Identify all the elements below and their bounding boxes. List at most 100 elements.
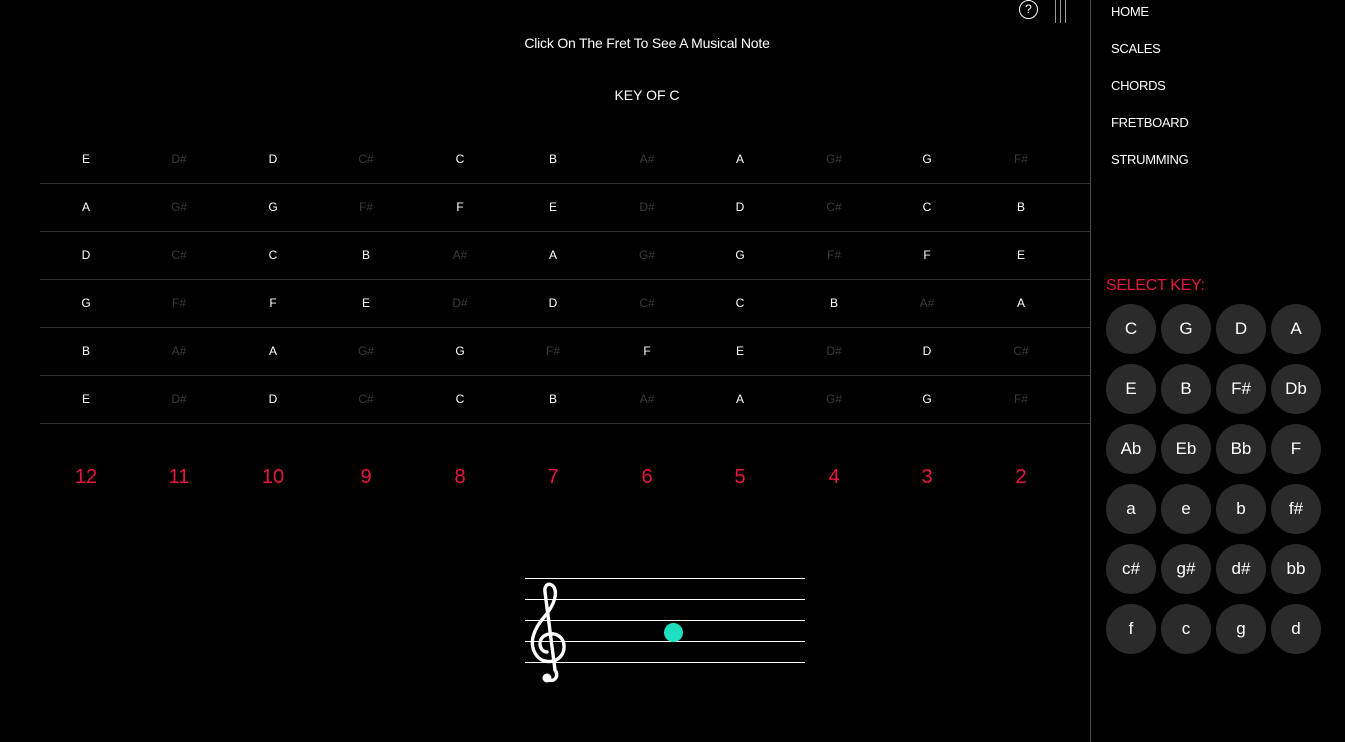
key-button[interactable]: Bb bbox=[1216, 424, 1266, 474]
key-button[interactable]: b bbox=[1216, 484, 1266, 534]
fret-note[interactable]: D bbox=[533, 280, 573, 327]
fret-note[interactable]: D bbox=[907, 328, 947, 375]
fret-note[interactable]: G bbox=[440, 328, 480, 375]
fret-note[interactable]: B bbox=[814, 280, 854, 327]
fret-note[interactable]: D# bbox=[814, 328, 854, 375]
fret-note[interactable]: F bbox=[253, 280, 293, 327]
fret-note[interactable]: A bbox=[66, 184, 106, 231]
fret-note[interactable]: A bbox=[1001, 280, 1041, 327]
key-button[interactable]: c# bbox=[1106, 544, 1156, 594]
fret-note[interactable]: F# bbox=[533, 328, 573, 375]
fret-note[interactable]: E bbox=[66, 136, 106, 183]
key-button[interactable]: c bbox=[1161, 604, 1211, 654]
fret-note[interactable]: F# bbox=[814, 232, 854, 279]
key-button[interactable]: g# bbox=[1161, 544, 1211, 594]
key-button[interactable]: g bbox=[1216, 604, 1266, 654]
fret-note[interactable]: A# bbox=[627, 376, 667, 423]
fret-note[interactable]: E bbox=[346, 280, 386, 327]
fret-note[interactable]: F# bbox=[1001, 376, 1041, 423]
fret-note[interactable]: D# bbox=[440, 280, 480, 327]
nav-chords[interactable]: CHORDS bbox=[1111, 78, 1166, 93]
fret-note[interactable]: F bbox=[627, 328, 667, 375]
fret-note[interactable]: G bbox=[253, 184, 293, 231]
fret-note[interactable]: C# bbox=[814, 184, 854, 231]
key-button[interactable]: Eb bbox=[1161, 424, 1211, 474]
fret-note[interactable]: F# bbox=[1001, 136, 1041, 183]
key-button[interactable]: f# bbox=[1271, 484, 1321, 534]
fret-note[interactable]: B bbox=[533, 376, 573, 423]
nav-fretboard[interactable]: FRETBOARD bbox=[1111, 115, 1189, 130]
key-button[interactable]: f bbox=[1106, 604, 1156, 654]
fret-note[interactable]: F bbox=[440, 184, 480, 231]
fret-note[interactable]: C# bbox=[346, 136, 386, 183]
fret-note[interactable]: G# bbox=[159, 184, 199, 231]
key-button[interactable]: C bbox=[1106, 304, 1156, 354]
fret-note[interactable]: A bbox=[720, 376, 760, 423]
fret-note[interactable]: C bbox=[253, 232, 293, 279]
fret-note[interactable]: F# bbox=[346, 184, 386, 231]
fret-note[interactable]: D# bbox=[159, 136, 199, 183]
fret-note[interactable]: E bbox=[66, 376, 106, 423]
key-button[interactable]: Db bbox=[1271, 364, 1321, 414]
fret-note[interactable]: G# bbox=[627, 232, 667, 279]
key-button[interactable]: A bbox=[1271, 304, 1321, 354]
key-button[interactable]: d bbox=[1271, 604, 1321, 654]
fret-note[interactable]: G# bbox=[814, 376, 854, 423]
fret-note[interactable]: C# bbox=[159, 232, 199, 279]
fret-note[interactable]: B bbox=[346, 232, 386, 279]
fret-note[interactable]: E bbox=[720, 328, 760, 375]
fret-note[interactable]: G# bbox=[346, 328, 386, 375]
key-button[interactable]: B bbox=[1161, 364, 1211, 414]
fret-note[interactable]: G bbox=[907, 376, 947, 423]
fret-note[interactable]: A bbox=[533, 232, 573, 279]
string-row: E D# D C# C B A# A G# G F# bbox=[40, 376, 1090, 424]
fret-note[interactable]: G bbox=[720, 232, 760, 279]
fret-note[interactable]: C bbox=[907, 184, 947, 231]
fret-note[interactable]: B bbox=[533, 136, 573, 183]
fret-note[interactable]: E bbox=[533, 184, 573, 231]
help-icon[interactable]: ? bbox=[1019, 0, 1038, 19]
key-button[interactable]: E bbox=[1106, 364, 1156, 414]
fret-note[interactable]: B bbox=[1001, 184, 1041, 231]
fret-note[interactable]: C# bbox=[1001, 328, 1041, 375]
menu-icon[interactable] bbox=[1053, 0, 1069, 23]
fret-note[interactable]: D# bbox=[627, 184, 667, 231]
fret-note[interactable]: F bbox=[907, 232, 947, 279]
key-button[interactable]: bb bbox=[1271, 544, 1321, 594]
fret-note[interactable]: F# bbox=[159, 280, 199, 327]
fret-note[interactable]: A bbox=[253, 328, 293, 375]
fret-note[interactable]: C bbox=[440, 136, 480, 183]
key-button[interactable]: a bbox=[1106, 484, 1156, 534]
fret-note[interactable]: D bbox=[66, 232, 106, 279]
fret-note[interactable]: D# bbox=[159, 376, 199, 423]
fret-note[interactable]: A# bbox=[159, 328, 199, 375]
fret-note[interactable]: C bbox=[720, 280, 760, 327]
fret-note[interactable]: D bbox=[253, 376, 293, 423]
key-button[interactable]: Ab bbox=[1106, 424, 1156, 474]
fret-note[interactable]: A bbox=[720, 136, 760, 183]
nav-home[interactable]: HOME bbox=[1111, 4, 1149, 19]
fret-note[interactable]: D bbox=[253, 136, 293, 183]
fret-numbers: 12 11 10 9 8 7 6 5 4 3 2 bbox=[40, 466, 1090, 496]
nav-scales[interactable]: SCALES bbox=[1111, 41, 1161, 56]
fret-note[interactable]: C bbox=[440, 376, 480, 423]
fret-note[interactable]: B bbox=[66, 328, 106, 375]
fret-note[interactable]: E bbox=[1001, 232, 1041, 279]
fret-note[interactable]: C# bbox=[346, 376, 386, 423]
sidebar: HOME SCALES CHORDS FRETBOARD STRUMMING S… bbox=[1090, 0, 1345, 742]
key-button[interactable]: d# bbox=[1216, 544, 1266, 594]
fret-note[interactable]: A# bbox=[627, 136, 667, 183]
key-button[interactable]: F# bbox=[1216, 364, 1266, 414]
fret-note[interactable]: G# bbox=[814, 136, 854, 183]
fret-note[interactable]: D bbox=[720, 184, 760, 231]
fret-note[interactable]: G bbox=[907, 136, 947, 183]
fret-note[interactable]: A# bbox=[907, 280, 947, 327]
fret-note[interactable]: C# bbox=[627, 280, 667, 327]
key-button[interactable]: e bbox=[1161, 484, 1211, 534]
key-button[interactable]: F bbox=[1271, 424, 1321, 474]
key-button[interactable]: D bbox=[1216, 304, 1266, 354]
fret-note[interactable]: A# bbox=[440, 232, 480, 279]
nav-strumming[interactable]: STRUMMING bbox=[1111, 152, 1189, 167]
key-button[interactable]: G bbox=[1161, 304, 1211, 354]
fret-note[interactable]: G bbox=[66, 280, 106, 327]
